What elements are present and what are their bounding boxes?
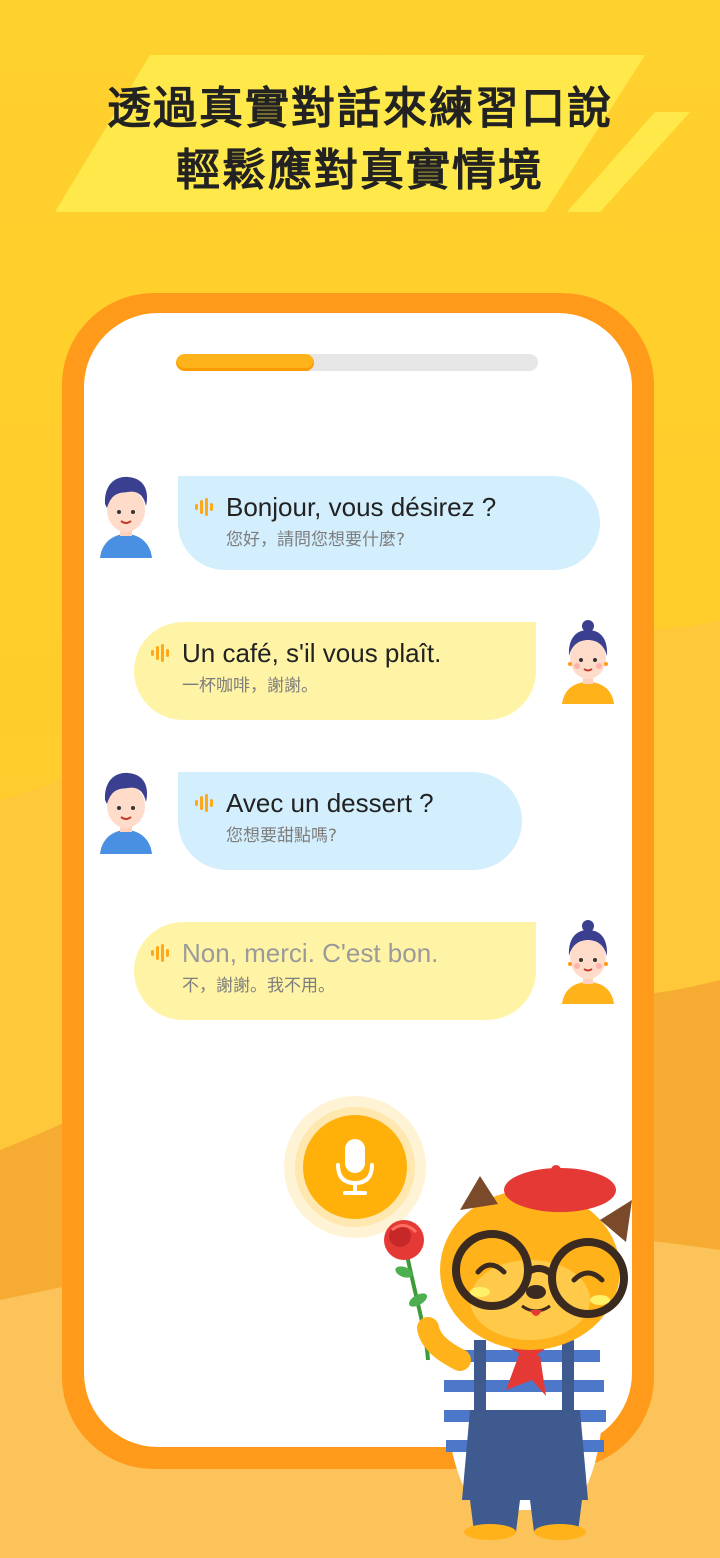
message-text: Bonjour, vous désirez ? <box>226 492 497 522</box>
waiter-avatar <box>100 772 152 854</box>
message-text: Non, merci. C'est bon. <box>182 938 439 968</box>
message-translation: 您好，請問您想要什麼? <box>226 530 406 550</box>
message-bubble-2[interactable]: Un café, s'il vous plaît. 一杯咖啡，謝謝。 <box>134 622 536 720</box>
sound-wave-icon[interactable] <box>194 498 216 516</box>
customer-avatar <box>562 920 614 1004</box>
customer-avatar <box>562 620 614 704</box>
message-text: Un café, s'il vous plaît. <box>182 638 442 668</box>
lesson-progress-fill <box>176 354 314 371</box>
message-bubble-4[interactable]: Non, merci. C'est bon. 不，謝謝。我不用。 <box>134 922 536 1020</box>
sound-wave-icon[interactable] <box>150 944 172 962</box>
lesson-progress-bar <box>176 354 538 371</box>
waiter-avatar <box>100 476 152 558</box>
sound-wave-icon[interactable] <box>150 644 172 662</box>
message-bubble-3[interactable]: Avec un dessert ? 您想要甜點嗎? <box>178 772 522 870</box>
headline-line-2: 輕鬆應對真實情境 <box>176 145 544 196</box>
mascot-illustration <box>384 1165 632 1540</box>
headline-line-1: 透過真實對話來練習口說 <box>107 83 613 134</box>
message-translation: 不，謝謝。我不用。 <box>182 976 335 996</box>
message-text: Avec un dessert ? <box>226 788 434 818</box>
sound-wave-icon[interactable] <box>194 794 216 812</box>
message-bubble-1[interactable]: Bonjour, vous désirez ? 您好，請問您想要什麼? <box>178 476 600 570</box>
headline: 透過真實對話來練習口說 輕鬆應對真實情境 <box>0 78 720 202</box>
message-translation: 一杯咖啡，謝謝。 <box>182 676 318 696</box>
message-translation: 您想要甜點嗎? <box>226 826 338 846</box>
